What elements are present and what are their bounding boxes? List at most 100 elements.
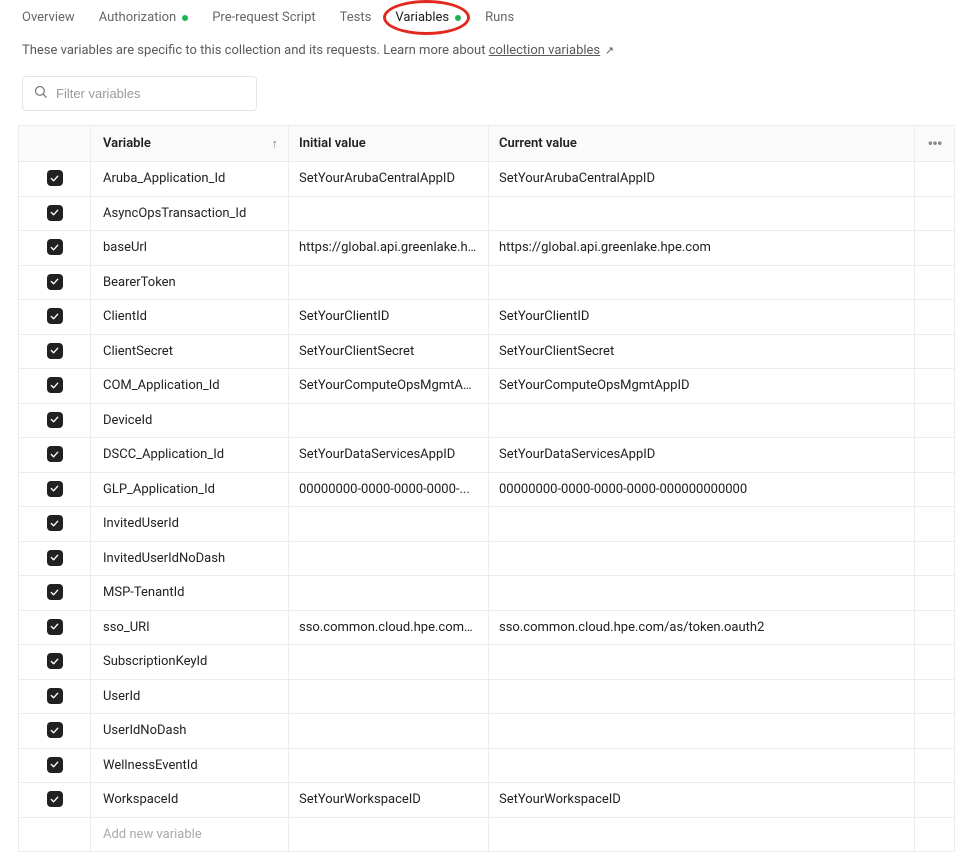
row-current-cell[interactable] [489, 714, 915, 749]
tab-tests[interactable]: Tests [340, 10, 372, 25]
row-initial-cell[interactable] [289, 714, 489, 749]
row-initial-cell[interactable]: SetYourArubaCentralAppID [289, 162, 489, 197]
tab-variables[interactable]: Variables [395, 10, 461, 25]
checkbox-checked-icon[interactable] [47, 653, 63, 669]
row-variable-cell[interactable]: sso_URI [91, 610, 289, 645]
checkbox-checked-icon[interactable] [47, 239, 63, 255]
tab-prerequest[interactable]: Pre-request Script [212, 10, 315, 25]
row-initial-cell[interactable] [289, 576, 489, 611]
row-current-cell[interactable]: SetYourComputeOpsMgmtAppID [489, 369, 915, 404]
row-current-cell[interactable] [489, 576, 915, 611]
row-variable-cell[interactable]: ClientId [91, 300, 289, 335]
add-variable-cell[interactable]: Add new variable [91, 817, 289, 851]
row-variable-cell[interactable]: BearerToken [91, 265, 289, 300]
checkbox-checked-icon[interactable] [47, 481, 63, 497]
row-current-cell[interactable] [489, 507, 915, 542]
row-current-cell[interactable] [489, 265, 915, 300]
row-variable-cell[interactable]: GLP_Application_Id [91, 472, 289, 507]
checkbox-checked-icon[interactable] [47, 515, 63, 531]
row-variable-cell[interactable]: MSP-TenantId [91, 576, 289, 611]
row-current-cell[interactable]: SetYourDataServicesAppID [489, 438, 915, 473]
tab-runs[interactable]: Runs [485, 10, 514, 25]
header-current[interactable]: Current value [489, 126, 915, 162]
add-row-empty[interactable] [915, 817, 955, 851]
row-initial-cell[interactable]: SetYourComputeOpsMgmtApp... [289, 369, 489, 404]
tab-overview[interactable]: Overview [22, 10, 75, 25]
row-variable-cell[interactable]: AsyncOpsTransaction_Id [91, 196, 289, 231]
row-variable-cell[interactable]: WorkspaceId [91, 783, 289, 818]
search-input[interactable] [56, 86, 246, 101]
checkbox-checked-icon[interactable] [47, 584, 63, 600]
checkbox-checked-icon[interactable] [47, 550, 63, 566]
row-variable-cell[interactable]: SubscriptionKeyId [91, 645, 289, 680]
row-initial-cell[interactable]: https://global.api.greenlake.hp... [289, 231, 489, 266]
row-current-cell[interactable]: https://global.api.greenlake.hpe.com [489, 231, 915, 266]
row-checkbox-cell[interactable] [19, 714, 91, 749]
sort-ascending-icon[interactable]: ↑ [272, 136, 279, 152]
row-checkbox-cell[interactable] [19, 679, 91, 714]
row-variable-cell[interactable]: ClientSecret [91, 334, 289, 369]
row-checkbox-cell[interactable] [19, 196, 91, 231]
add-row-empty[interactable] [289, 817, 489, 851]
row-checkbox-cell[interactable] [19, 265, 91, 300]
row-current-cell[interactable] [489, 645, 915, 680]
row-current-cell[interactable]: SetYourWorkspaceID [489, 783, 915, 818]
row-checkbox-cell[interactable] [19, 403, 91, 438]
header-initial[interactable]: Initial value [289, 126, 489, 162]
row-variable-cell[interactable]: WellnessEventId [91, 748, 289, 783]
row-current-cell[interactable] [489, 748, 915, 783]
row-checkbox-cell[interactable] [19, 472, 91, 507]
checkbox-checked-icon[interactable] [47, 274, 63, 290]
checkbox-checked-icon[interactable] [47, 619, 63, 635]
tab-authorization[interactable]: Authorization [99, 10, 189, 25]
checkbox-checked-icon[interactable] [47, 412, 63, 428]
row-variable-cell[interactable]: baseUrl [91, 231, 289, 266]
header-more-actions[interactable]: ••• [915, 126, 955, 162]
add-variable-row[interactable]: Add new variable [19, 817, 955, 851]
row-checkbox-cell[interactable] [19, 369, 91, 404]
checkbox-checked-icon[interactable] [47, 205, 63, 221]
search-box[interactable] [22, 76, 257, 111]
checkbox-checked-icon[interactable] [47, 722, 63, 738]
row-variable-cell[interactable]: UserIdNoDash [91, 714, 289, 749]
row-checkbox-cell[interactable] [19, 576, 91, 611]
row-initial-cell[interactable] [289, 748, 489, 783]
row-current-cell[interactable]: SetYourClientID [489, 300, 915, 335]
checkbox-checked-icon[interactable] [47, 170, 63, 186]
row-initial-cell[interactable]: SetYourWorkspaceID [289, 783, 489, 818]
row-initial-cell[interactable] [289, 403, 489, 438]
collection-variables-link[interactable]: collection variables [489, 43, 600, 58]
row-current-cell[interactable] [489, 679, 915, 714]
checkbox-checked-icon[interactable] [47, 377, 63, 393]
row-checkbox-cell[interactable] [19, 645, 91, 680]
row-current-cell[interactable] [489, 403, 915, 438]
row-checkbox-cell[interactable] [19, 783, 91, 818]
row-checkbox-cell[interactable] [19, 231, 91, 266]
row-initial-cell[interactable] [289, 507, 489, 542]
header-variable[interactable]: Variable ↑ [91, 126, 289, 162]
row-current-cell[interactable]: sso.common.cloud.hpe.com/as/token.oauth2 [489, 610, 915, 645]
row-checkbox-cell[interactable] [19, 507, 91, 542]
row-initial-cell[interactable]: 00000000-0000-0000-0000-... [289, 472, 489, 507]
checkbox-checked-icon[interactable] [47, 688, 63, 704]
row-checkbox-cell[interactable] [19, 438, 91, 473]
checkbox-checked-icon[interactable] [47, 791, 63, 807]
add-row-empty[interactable] [489, 817, 915, 851]
checkbox-checked-icon[interactable] [47, 343, 63, 359]
row-variable-cell[interactable]: InvitedUserIdNoDash [91, 541, 289, 576]
row-initial-cell[interactable]: SetYourClientSecret [289, 334, 489, 369]
row-variable-cell[interactable]: InvitedUserId [91, 507, 289, 542]
row-initial-cell[interactable] [289, 541, 489, 576]
row-initial-cell[interactable] [289, 265, 489, 300]
row-checkbox-cell[interactable] [19, 162, 91, 197]
row-checkbox-cell[interactable] [19, 748, 91, 783]
checkbox-checked-icon[interactable] [47, 757, 63, 773]
row-initial-cell[interactable]: sso.common.cloud.hpe.com/a... [289, 610, 489, 645]
row-current-cell[interactable]: SetYourClientSecret [489, 334, 915, 369]
row-variable-cell[interactable]: DSCC_Application_Id [91, 438, 289, 473]
row-current-cell[interactable]: SetYourArubaCentralAppID [489, 162, 915, 197]
row-initial-cell[interactable]: SetYourClientID [289, 300, 489, 335]
row-variable-cell[interactable]: UserId [91, 679, 289, 714]
row-initial-cell[interactable] [289, 679, 489, 714]
row-checkbox-cell[interactable] [19, 541, 91, 576]
